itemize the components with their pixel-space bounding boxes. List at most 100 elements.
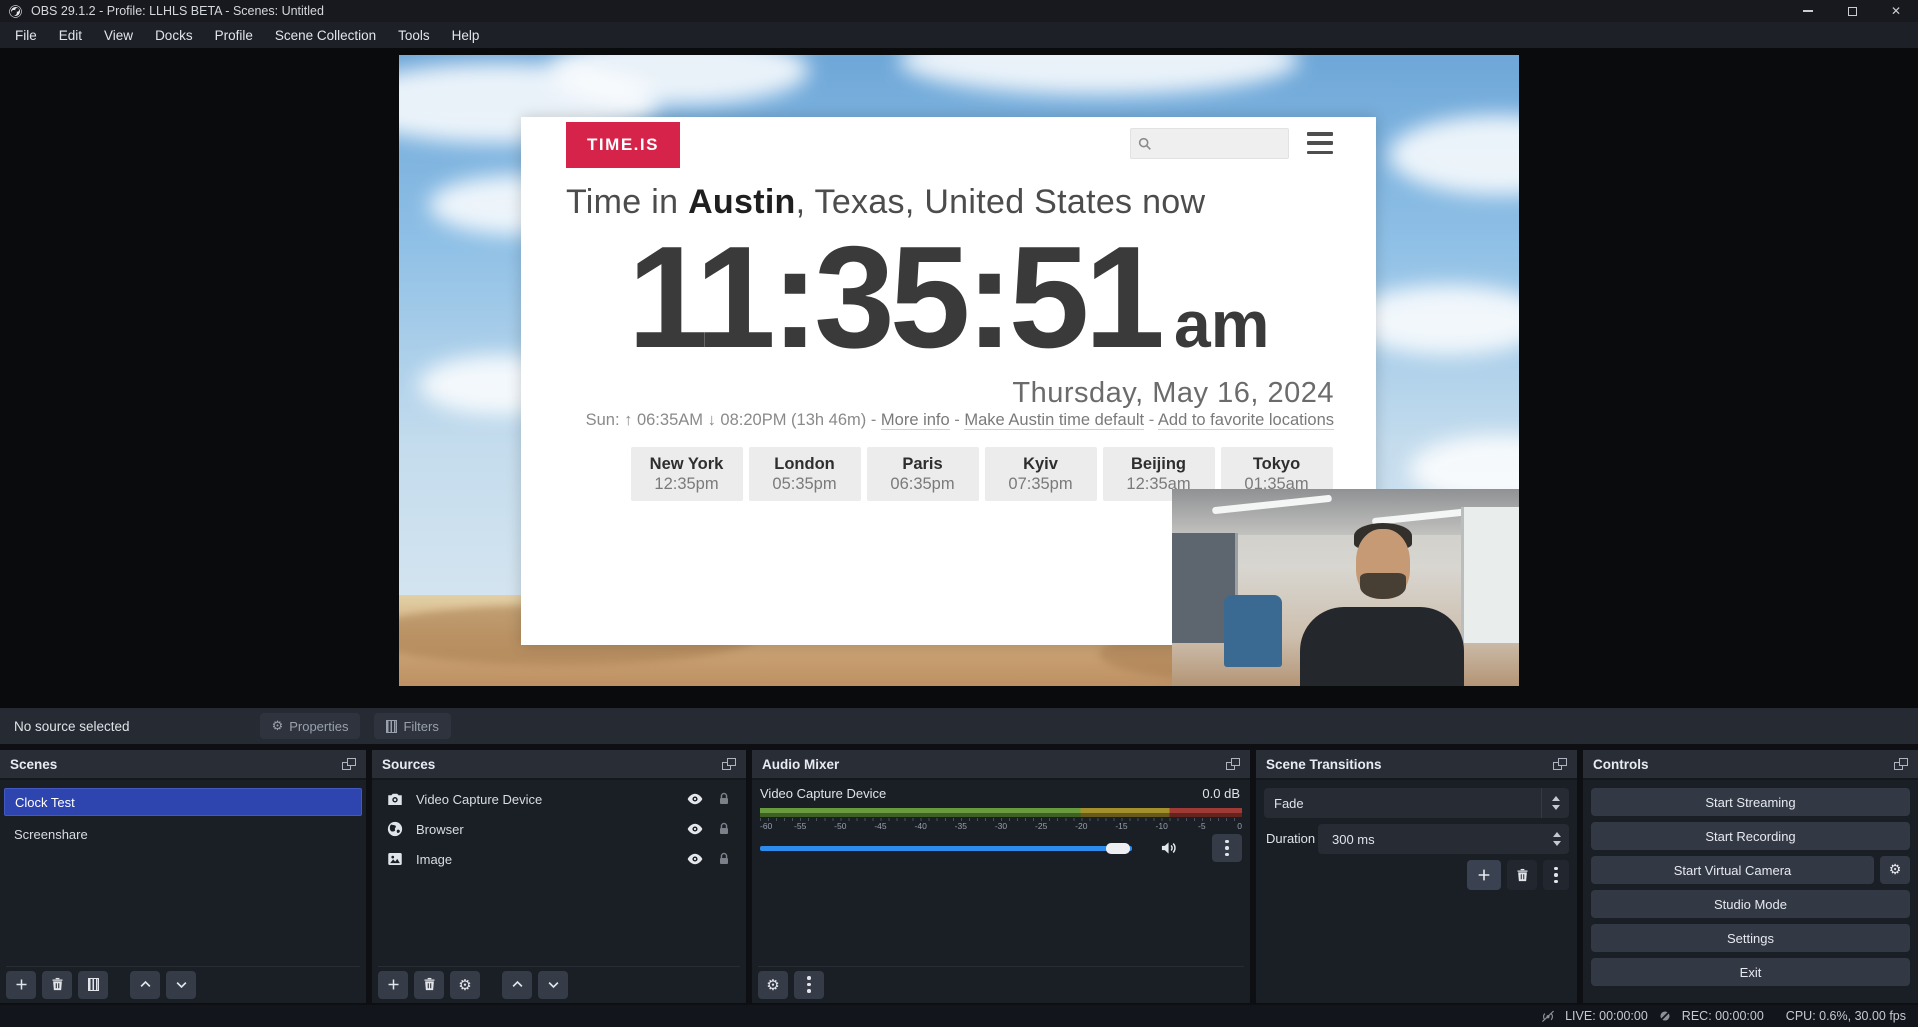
title-bar: OBS 29.1.2 - Profile: LLHLS BETA - Scene… [0,0,1918,22]
settings-button[interactable]: Settings [1591,924,1910,952]
audio-mixer-title: Audio Mixer [762,757,839,772]
popout-icon[interactable] [342,758,356,770]
popout-icon[interactable] [1226,758,1240,770]
tick-label: -40 [915,821,927,831]
close-button[interactable]: ✕ [1874,0,1918,22]
lock-icon[interactable] [716,820,732,838]
remove-scene-button[interactable] [42,971,72,999]
cpu-fps-stats: CPU: 0.6%, 30.00 fps [1786,1009,1906,1023]
popout-icon[interactable] [722,758,736,770]
tick-label: -5 [1198,821,1206,831]
advanced-audio-button[interactable]: ⚙ [758,971,788,999]
source-label: Image [416,852,452,867]
menu-scene-collection[interactable]: Scene Collection [264,24,387,47]
city-box-new-york: New York12:35pm [631,447,743,501]
lock-icon[interactable] [716,850,732,868]
menu-tools[interactable]: Tools [387,24,441,47]
duration-spinbox[interactable]: 300 ms [1318,824,1569,854]
scene-filters-button[interactable] [78,971,108,999]
window-controls: ✕ [1786,0,1918,22]
move-scene-up-button[interactable] [130,971,160,999]
duration-label: Duration [1266,831,1315,846]
start-virtual-camera-button[interactable]: Start Virtual Camera [1591,856,1874,884]
volume-slider-handle[interactable] [1106,843,1130,854]
source-row-video-capture[interactable]: Video Capture Device [378,786,740,812]
tick-label: -10 [1156,821,1168,831]
move-source-down-button[interactable] [538,971,568,999]
volume-meter [760,808,1242,817]
plus-icon [1476,867,1492,883]
visibility-eye-icon[interactable] [686,790,704,808]
transition-select-chevrons[interactable] [1541,788,1569,818]
menu-bar: File Edit View Docks Profile Scene Colle… [0,22,1918,48]
lock-icon[interactable] [716,790,732,808]
visibility-eye-icon[interactable] [686,820,704,838]
scenes-title: Scenes [10,757,57,772]
transitions-header: Scene Transitions [1256,750,1577,780]
source-row-image[interactable]: Image [378,846,740,872]
maximize-button[interactable] [1830,0,1874,22]
person-body [1300,607,1464,686]
menu-help[interactable]: Help [441,24,491,47]
city-box-london: London05:35pm [749,447,861,501]
close-icon: ✕ [1891,5,1901,17]
menu-profile[interactable]: Profile [204,24,264,47]
controls-header: Controls [1583,750,1918,780]
city-time: 07:35pm [1008,475,1072,494]
controls-panel: Controls Start Streaming Start Recording… [1583,750,1918,1003]
menu-docks[interactable]: Docks [144,24,204,47]
city-name: Tokyo [1253,455,1300,474]
transition-select[interactable]: Fade [1264,788,1541,818]
advanced-audio-gear-icon: ⚙ [766,976,779,994]
tick-label: -20 [1075,821,1087,831]
virtual-camera-config-button[interactable]: ⚙ [1880,856,1910,884]
filter-icon [386,720,397,733]
trash-icon [1515,868,1530,883]
studio-mode-button[interactable]: Studio Mode [1591,890,1910,918]
remove-transition-button[interactable] [1507,860,1537,890]
move-scene-down-button[interactable] [166,971,196,999]
mixer-options-kebab-button[interactable] [1212,834,1242,862]
exit-button[interactable]: Exit [1591,958,1910,986]
popout-icon[interactable] [1553,758,1567,770]
cloud [1389,115,1519,195]
chevron-down-icon [546,977,561,992]
mixer-toolbar-kebab-button[interactable] [794,971,824,999]
sun-info-line: Sun: ↑ 06:35AM ↓ 08:20PM (13h 46m) - Mor… [521,411,1334,430]
remove-source-button[interactable] [414,971,444,999]
filters-button[interactable]: Filters [374,713,450,739]
preview-canvas[interactable]: TIME.IS Time in Austin, Texas, United St… [399,55,1519,686]
tick-label: -15 [1115,821,1127,831]
menu-view[interactable]: View [93,24,144,47]
chevron-up-icon [138,977,153,992]
minimize-button[interactable] [1786,0,1830,22]
scene-item-screenshare[interactable]: Screenshare [4,820,362,848]
menu-edit[interactable]: Edit [48,24,93,47]
visibility-eye-icon[interactable] [686,850,704,868]
transition-options-kebab-button[interactable] [1543,860,1569,890]
volume-slider[interactable] [760,846,1132,851]
status-bar: LIVE: 00:00:00 REC: 00:00:00 CPU: 0.6%, … [0,1005,1918,1027]
sources-panel: Sources Video Capture Device Browser Ima… [372,750,746,1003]
date-line: Thursday, May 16, 2024 [521,377,1334,410]
menu-file[interactable]: File [4,24,48,47]
source-row-browser[interactable]: Browser [378,816,740,842]
source-properties-button[interactable]: ⚙ [450,971,480,999]
spin-up-icon [1553,832,1561,837]
scene-item-clock-test[interactable]: Clock Test [4,788,362,816]
add-transition-button[interactable] [1467,860,1501,890]
popout-icon[interactable] [1894,758,1908,770]
speaker-icon[interactable] [1158,838,1180,858]
properties-button[interactable]: ⚙ Properties [260,713,361,739]
controls-title: Controls [1593,757,1649,772]
tick-label: 0 [1237,821,1242,831]
add-source-button[interactable] [378,971,408,999]
clock-ampm: am [1174,287,1269,361]
obs-logo-icon [8,4,23,19]
move-source-up-button[interactable] [502,971,532,999]
start-recording-button[interactable]: Start Recording [1591,822,1910,850]
webcam-video-source[interactable] [1172,489,1519,686]
duration-spin-arrows[interactable] [1553,824,1561,854]
add-scene-button[interactable] [6,971,36,999]
start-streaming-button[interactable]: Start Streaming [1591,788,1910,816]
